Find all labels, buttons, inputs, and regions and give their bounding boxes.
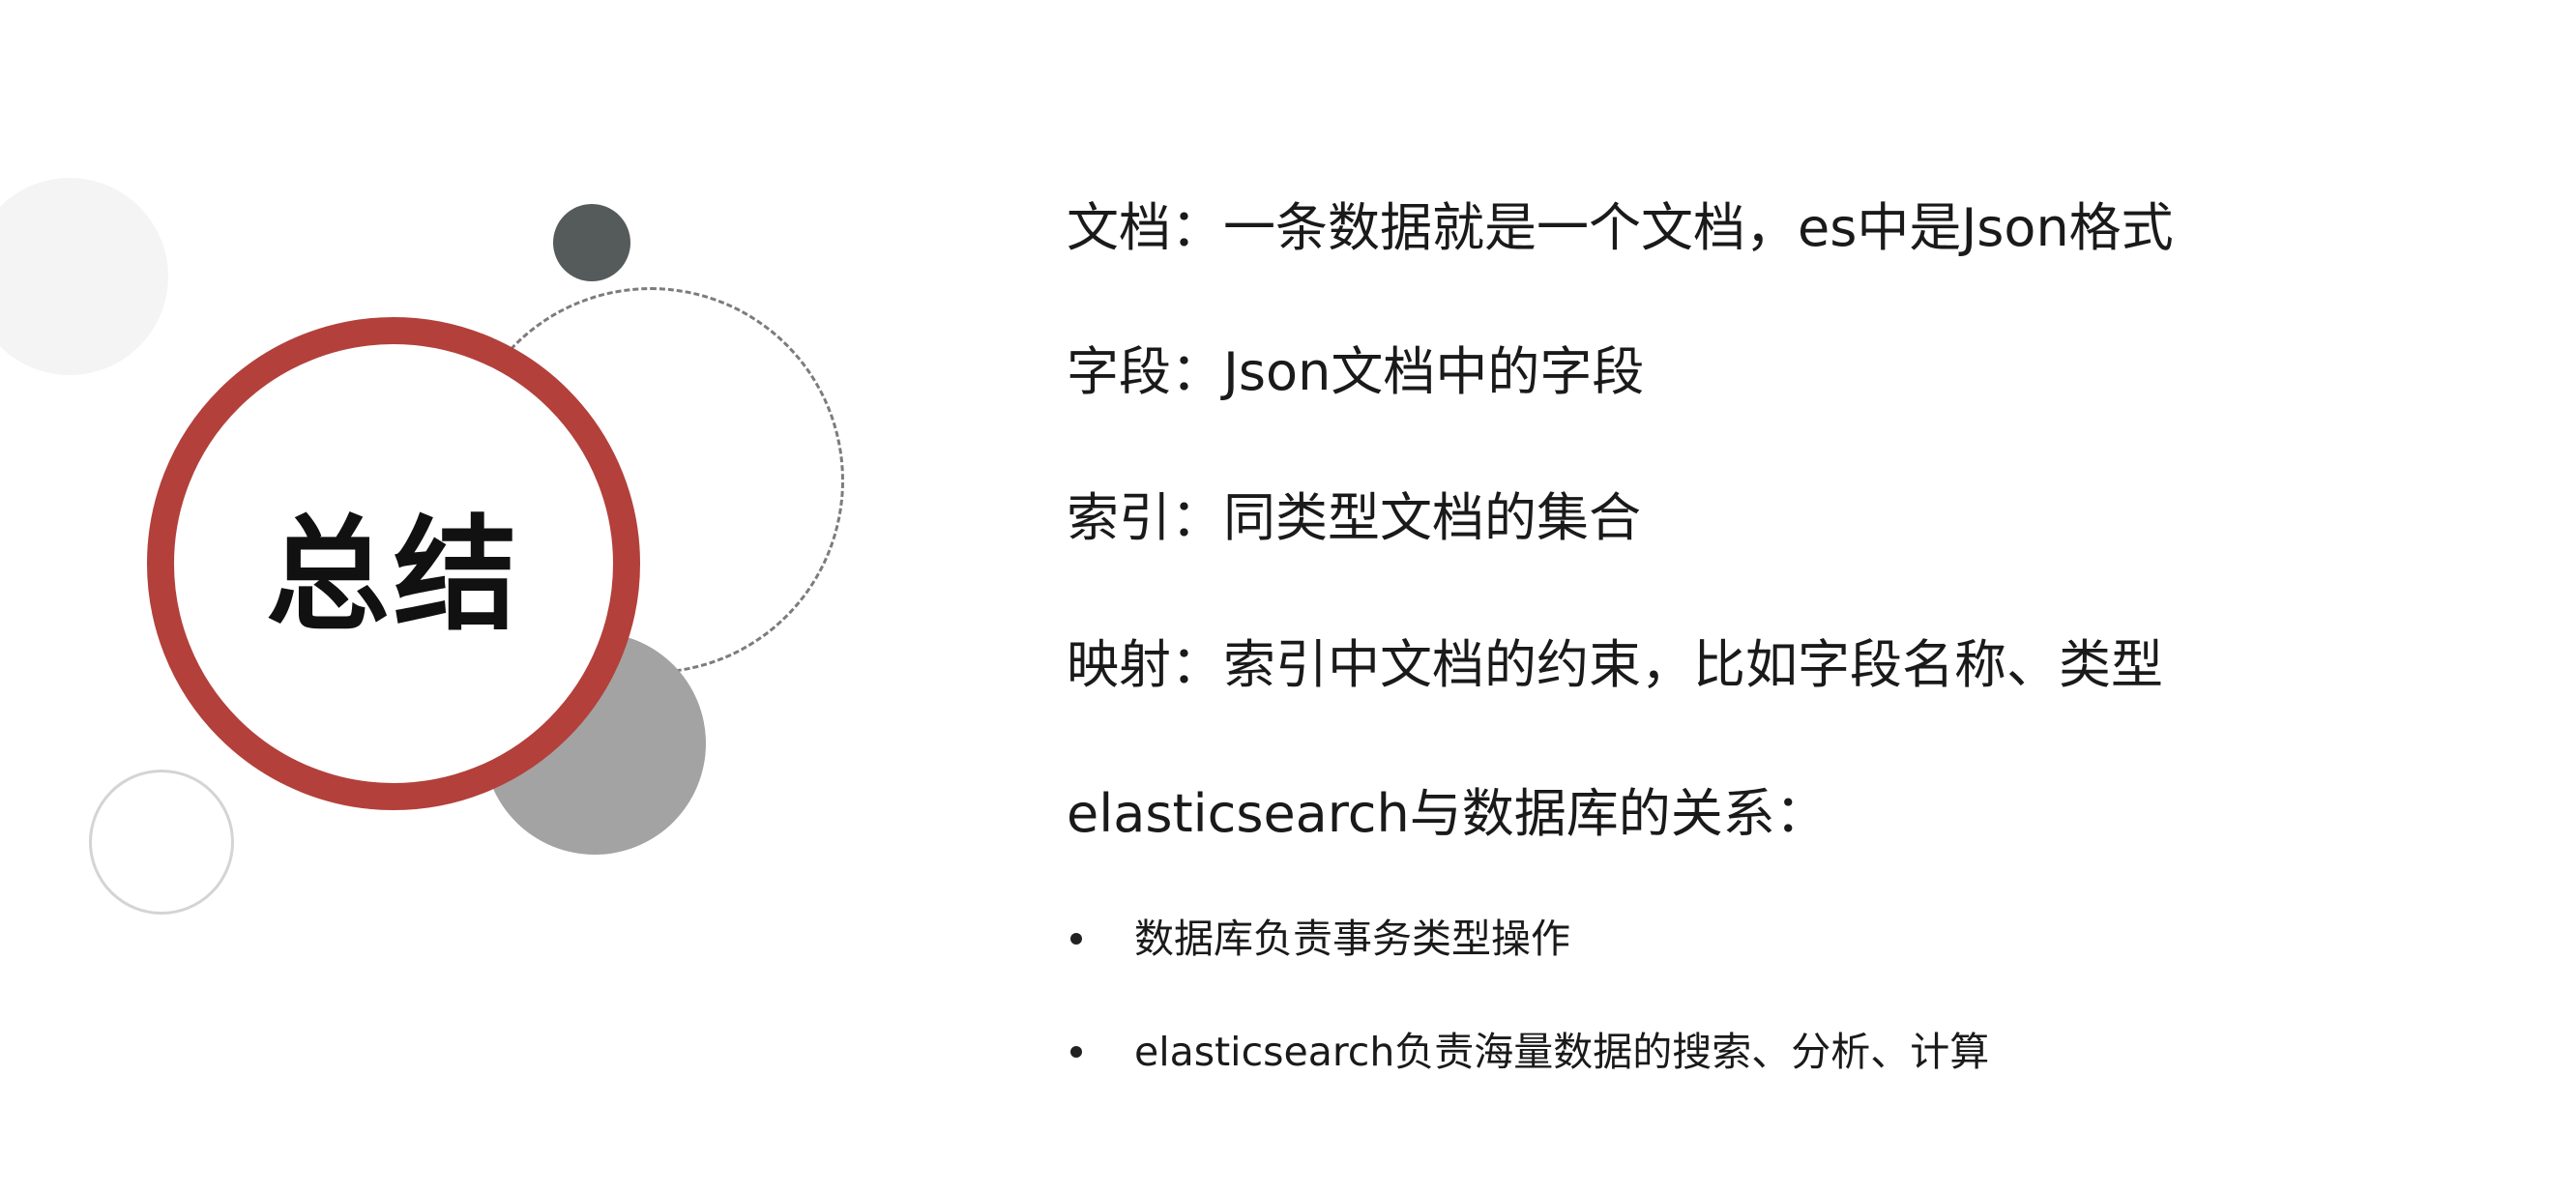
bullet-dot-icon (1070, 1046, 1082, 1058)
outline-circle-decoration (89, 770, 234, 915)
dark-dot-decoration (553, 204, 630, 281)
definition-document: 文档：一条数据就是一个文档，es中是Json格式 (1067, 197, 2174, 258)
light-gray-circle-decoration (0, 178, 168, 375)
definition-field: 字段：Json文档中的字段 (1067, 341, 1645, 402)
definition-mapping: 映射：索引中文档的约束，比如字段名称、类型 (1067, 634, 2163, 695)
definition-index: 索引：同类型文档的集合 (1067, 487, 1641, 548)
slide-title: 总结 (265, 503, 521, 648)
bullet-text-elasticsearch: elasticsearch负责海量数据的搜索、分析、计算 (1134, 1029, 1990, 1075)
title-ring: 总结 (147, 317, 640, 810)
relationship-heading: elasticsearch与数据库的关系： (1067, 783, 1828, 844)
slide: 总结 文档：一条数据就是一个文档，es中是Json格式 字段：Json文档中的字… (0, 0, 2576, 1193)
bullet-text-database: 数据库负责事务类型操作 (1134, 916, 1570, 962)
bullet-dot-icon (1070, 933, 1082, 945)
